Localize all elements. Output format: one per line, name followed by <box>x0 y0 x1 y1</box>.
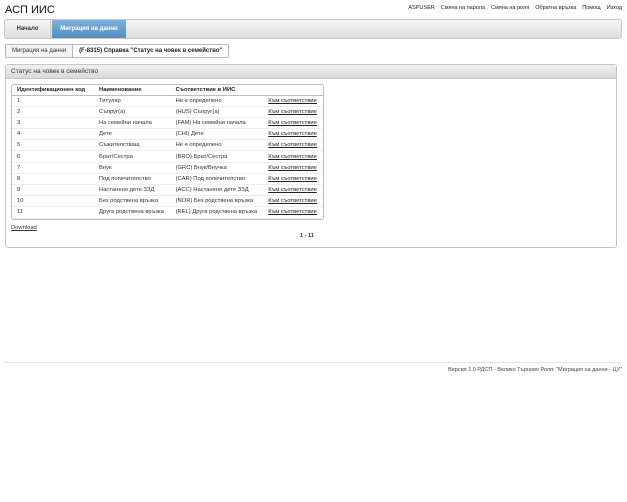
cell-mapping: (CHI) Дете <box>170 128 264 141</box>
table-row: 4 Дете (CHI) Дете Към съответствие <box>12 128 323 141</box>
cell-mapping: (ACC) Настанено дете ЗЗД <box>170 184 264 197</box>
footer-divider <box>5 362 622 363</box>
to-mapping-link[interactable]: Към съответствие <box>263 95 323 107</box>
to-mapping-link[interactable]: Към съответствие <box>263 117 323 130</box>
cell-mapping: (BRO) Брат/Сестра <box>170 150 264 163</box>
cell-code: 10 <box>12 195 95 208</box>
to-mapping-link[interactable]: Към съответствие <box>263 173 323 186</box>
nav-tab-migration[interactable]: Миграция на данни <box>52 20 126 38</box>
cell-name: Под попечителство <box>94 173 171 186</box>
cell-code: 11 <box>12 206 95 219</box>
cell-code: 2 <box>12 106 95 118</box>
table-row: 6 Брат/Сестра (BRO) Брат/Сестра Към съответ… <box>12 150 323 163</box>
column-header-code[interactable]: Идентификационен код <box>12 85 95 96</box>
app-title: АСП ИИС <box>5 4 55 16</box>
breadcrumb-migration[interactable]: Миграция на данни <box>6 45 74 57</box>
cell-name: Съжителстващ <box>94 139 171 152</box>
breadcrumb: Миграция на данни (F-8315) Справка "Стат… <box>5 44 230 58</box>
change-role-link[interactable]: Смяна на роля <box>491 5 529 11</box>
table-row: 3 На семейни начала (FAM) На семейни начал… <box>12 117 323 130</box>
cell-name: Брат/Сестра <box>94 150 171 163</box>
cell-mapping: (CAR) Под попечителство <box>170 173 264 186</box>
status-table-container: Идентификационен код Наименование Съотве… <box>11 84 324 220</box>
column-header-mapping[interactable]: Съответствие в ИИС <box>170 85 264 96</box>
cell-name: Внук <box>94 162 171 174</box>
table-row: 2 Съпруг(а) (HUS) Съпруг(а) Към съответстви… <box>12 106 323 118</box>
report-panel: Статус на човек в семейство Идентификаци… <box>5 64 617 248</box>
to-mapping-link[interactable]: Към съответствие <box>263 162 323 174</box>
user-link[interactable]: ASPUSER <box>408 5 434 11</box>
table-row: 9 Настанено дете ЗЗД (ACC) Настанено дете … <box>12 184 323 197</box>
nav-tab-home[interactable]: Начало <box>5 20 51 38</box>
cell-name: Друга родствена връзка <box>94 206 171 219</box>
cell-mapping: Не е определено <box>170 95 264 107</box>
table-row: 7 Внук (GRC) Внук/Внучка Към съответствие <box>12 162 323 174</box>
to-mapping-link[interactable]: Към съответствие <box>263 195 323 208</box>
cell-name: Настанено дете ЗЗД <box>94 184 171 197</box>
breadcrumb-current: (F-8315) Справка "Статус на човек в семе… <box>79 48 223 54</box>
table-row: 10 Без родствена връзка (NOR) Без родствен… <box>12 195 323 208</box>
cell-code: 6 <box>12 150 95 163</box>
cell-mapping: (REL) Друга родствена връзка <box>170 206 264 219</box>
cell-mapping: (GRC) Внук/Внучка <box>170 162 264 174</box>
column-header-name[interactable]: Наименование <box>94 85 171 96</box>
to-mapping-link[interactable]: Към съответствие <box>263 184 323 197</box>
cell-name: Дете <box>94 128 171 141</box>
cell-mapping: (NOR) Без родствена връзка <box>170 195 264 208</box>
download-link[interactable]: Download <box>11 225 37 231</box>
cell-mapping: (HUS) Съпруг(а) <box>170 106 264 118</box>
pager-range: 1 - 11 <box>300 233 314 239</box>
panel-title: Статус на човек в семейство <box>6 65 616 79</box>
main-navbar: Начало Миграция на данни <box>4 19 622 39</box>
cell-code: 5 <box>12 139 95 152</box>
table-row: 11 Друга родствена връзка (REL) Друга родс… <box>12 206 323 219</box>
to-mapping-link[interactable]: Към съответствие <box>263 150 323 163</box>
cell-name: На семейни начала <box>94 117 171 130</box>
cell-code: 3 <box>12 117 95 130</box>
cell-name: Без родствена връзка <box>94 195 171 208</box>
cell-code: 8 <box>12 173 95 186</box>
cell-mapping: Не е определено <box>170 139 264 152</box>
cell-mapping: (FAM) На семейни начала <box>170 117 264 130</box>
table-header-row: Идентификационен код Наименование Съотве… <box>12 85 323 96</box>
help-link[interactable]: Помощ <box>582 5 600 11</box>
feedback-link[interactable]: Обратна връзка <box>535 5 576 11</box>
logout-link[interactable]: Изход <box>607 5 622 11</box>
to-mapping-link[interactable]: Към съответствие <box>263 128 323 141</box>
cell-name: Съпруг(а) <box>94 106 171 118</box>
table-row: 8 Под попечителство (CAR) Под попечителств… <box>12 173 323 186</box>
status-table: Идентификационен код Наименование Съотве… <box>12 85 323 219</box>
cell-code: 9 <box>12 184 95 197</box>
top-links: ASPUSER Смяна на парола Смяна на роля Об… <box>408 5 622 11</box>
to-mapping-link[interactable]: Към съответствие <box>263 139 323 152</box>
cell-name: Титуляр <box>94 95 171 107</box>
table-row: 1 Титуляр Не е определено Към съответствие <box>12 95 323 107</box>
column-header-action <box>263 85 323 96</box>
footer-info: Версия 1.0 РДСП - Велико Търново Роля: "… <box>448 367 622 373</box>
table-row: 5 Съжителстващ Не е определено Към съответс… <box>12 139 323 152</box>
to-mapping-link[interactable]: Към съответствие <box>263 206 323 219</box>
change-password-link[interactable]: Смяна на парола <box>441 5 485 11</box>
cell-code: 1 <box>12 95 95 107</box>
cell-code: 4 <box>12 128 95 141</box>
to-mapping-link[interactable]: Към съответствие <box>263 106 323 118</box>
cell-code: 7 <box>12 162 95 174</box>
